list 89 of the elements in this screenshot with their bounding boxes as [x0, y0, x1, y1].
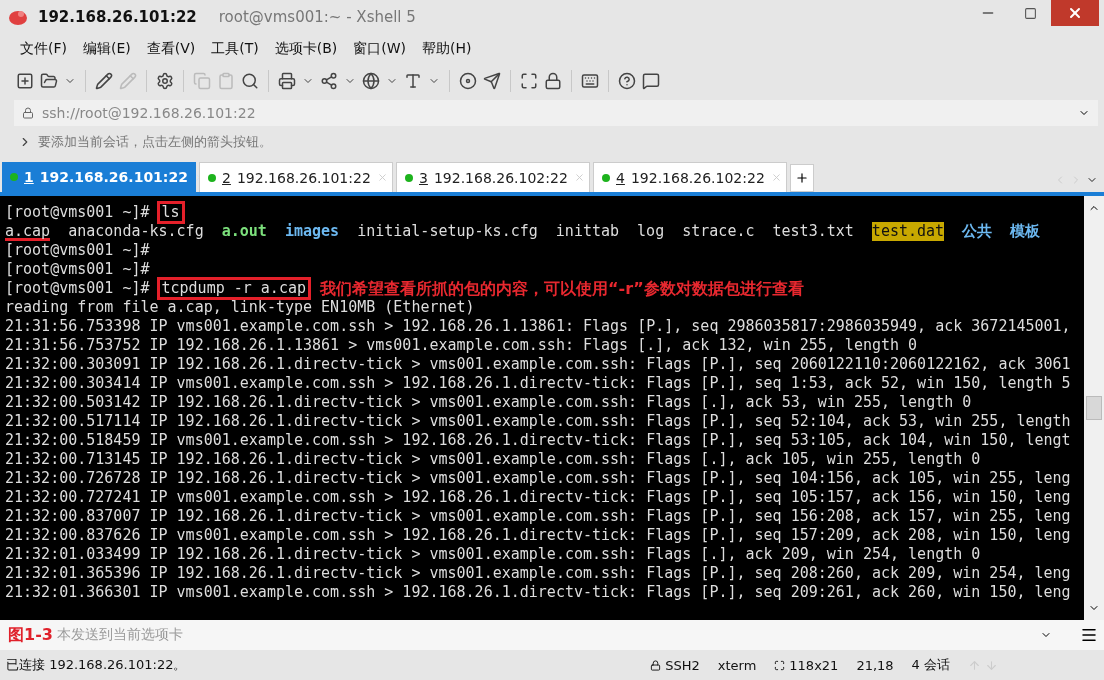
lock-icon: [22, 107, 34, 119]
terminal-text: 21:32:00.503142 IP 192.168.26.1.directv-tick > vms001.example.com.ssh: Flags [.], ack 53, win 255, length 0: [5, 393, 972, 412]
file-name: test3.txt: [772, 222, 854, 241]
keyboard-icon[interactable]: [581, 72, 599, 90]
file-name: inittab: [555, 222, 620, 241]
figure-label: 图1-3: [8, 624, 53, 646]
terminal-text: 21:31:56.753752 IP 192.168.26.1.13861 > vms001.example.com.ssh: Flags [.], ack 132, win 255, length 0: [5, 336, 918, 355]
executable-file: a.out: [221, 222, 267, 241]
scrollbar[interactable]: [1084, 196, 1104, 620]
directory-name: 模板: [1010, 222, 1041, 241]
close-icon: [1067, 5, 1083, 21]
terminal-text: 21:32:00.837626 IP vms001.example.com.ssh > 192.168.26.1.directv-tick: Flags [P.], seq 157:209, ack 208, win 150, leng: [5, 526, 1071, 545]
terminal-size: 118x21: [774, 657, 839, 673]
clipboard-icon[interactable]: [217, 72, 235, 90]
protocol-status: SSH2: [650, 657, 700, 673]
terminal-text: 21:32:01.033499 IP 192.168.26.1.directv-tick > vms001.example.com.ssh: Flags [.], ack 209, win 254, length 0: [5, 545, 981, 564]
menu-item[interactable]: 选项卡(B): [268, 37, 344, 61]
app-logo-icon: [8, 8, 28, 26]
session-tab[interactable]: 3 192.168.26.102:22: [396, 162, 590, 192]
hint-text: 要添加当前会话，点击左侧的箭头按钮。: [38, 133, 272, 151]
lock-icon: [650, 659, 662, 671]
terminal-text: 21:32:00.726728 IP 192.168.26.1.directv-tick > vms001.example.com.ssh: Flags [P.], seq 104:156, ack 105, win 255, leng: [5, 469, 1071, 488]
menu-item[interactable]: 编辑(E): [77, 37, 137, 61]
share-icon[interactable]: [320, 72, 338, 90]
underlined-file: a.cap: [5, 222, 51, 241]
terminal-text: [root@vms001 ~]#: [5, 241, 150, 260]
menu-item[interactable]: 窗口(W): [347, 37, 413, 61]
window-subtitle: root@vms001:~ - Xshell 5: [218, 8, 416, 26]
menu-item[interactable]: 帮助(H): [416, 37, 478, 61]
settings-icon[interactable]: [156, 72, 174, 90]
terminal-text: 21:32:00.837007 IP 192.168.26.1.directv-tick > vms001.example.com.ssh: Flags [P.], seq 156:208, ack 157, win 255, leng: [5, 507, 1071, 526]
fullscreen-icon[interactable]: [520, 72, 538, 90]
file-name: log: [637, 222, 665, 241]
menu-item[interactable]: 文件(F): [14, 37, 73, 61]
plus-icon: [795, 171, 809, 185]
scrollbar-thumb[interactable]: [1086, 396, 1102, 420]
terminal-text: [root@vms001 ~]#: [5, 203, 150, 222]
terminal-text: 21:32:00.713145 IP 192.168.26.1.directv-tick > vms001.example.com.ssh: Flags [.], ack 105, win 255, length 0: [5, 450, 981, 469]
highlighted-command: ls: [158, 203, 183, 222]
disc-icon[interactable]: [459, 72, 477, 90]
status-dot: [602, 173, 610, 182]
new-tab-button[interactable]: [790, 164, 814, 192]
terminal-text: 21:32:00.303414 IP vms001.example.com.ssh > 192.168.26.1.directv-tick: Flags [P.], seq 1:53, ack 52, win 150, length 5: [5, 374, 1071, 393]
file-name: strace.c: [682, 222, 755, 241]
status-dot: [10, 173, 18, 181]
terminal-text: 21:32:00.517114 IP 192.168.26.1.directv-tick > vms001.example.com.ssh: Flags [P.], seq 52:104, ack 53, win 255, length: [5, 412, 1071, 431]
globe-icon[interactable]: [362, 72, 380, 90]
file-name: anaconda-ks.cfg: [68, 222, 204, 241]
directory-name: images: [284, 222, 340, 241]
highlighted-file: test.dat: [871, 222, 945, 241]
menu-item[interactable]: 查看(V): [140, 37, 202, 61]
status-dot: [208, 173, 216, 182]
session-tab[interactable]: 1 192.168.26.101:22: [2, 162, 196, 192]
session-tab[interactable]: 2 192.168.26.101:22: [199, 162, 393, 192]
folder-icon[interactable]: [40, 72, 58, 90]
send-icon[interactable]: [483, 72, 501, 90]
terminal-text: [root@vms001 ~]#: [5, 279, 150, 298]
cursor-position: 21,18: [856, 657, 894, 673]
terminal-text: 21:32:00.727241 IP vms001.example.com.ssh > 192.168.26.1.directv-tick: Flags [P.], seq 105:157, ack 156, win 150, leng: [5, 488, 1071, 507]
terminal-type: xterm: [717, 657, 757, 673]
menu-item[interactable]: 工具(T): [205, 37, 265, 61]
terminal-text: 21:31:56.753398 IP vms001.example.com.ssh > 192.168.26.1.13861: Flags [P.], seq 2986035817:2986035949, ack 3672145001,: [5, 317, 1071, 336]
search-icon[interactable]: [241, 72, 259, 90]
resize-icon: [774, 659, 786, 671]
window-title: 192.168.26.101:22: [38, 8, 197, 26]
printer-icon[interactable]: [278, 72, 296, 90]
session-count: 4 会话: [911, 656, 950, 674]
highlighted-command: tcpdump -r a.cap: [158, 279, 309, 298]
lock-icon[interactable]: [544, 72, 562, 90]
terminal-text: [root@vms001 ~]#: [5, 260, 150, 279]
terminal-text: 21:32:01.366301 IP vms001.example.com.ssh > 192.168.26.1.directv-tick: Flags [P.], seq 209:261, ack 260, win 150, leng: [5, 583, 1071, 602]
terminal-text: 21:32:01.365396 IP 192.168.26.1.directv-tick > vms001.example.com.ssh: Flags [P.], seq 208:260, ack 209, win 254, leng: [5, 564, 1071, 583]
file-name: initial-setup-ks.cfg: [357, 222, 538, 241]
terminal-text: 21:32:00.303091 IP 192.168.26.1.directv-tick > vms001.example.com.ssh: Flags [P.], seq 2060122110:2060122162, ack 3061: [5, 355, 1071, 374]
session-tab[interactable]: 4 192.168.26.102:22: [593, 162, 787, 192]
directory-name: 公共: [962, 222, 993, 241]
menu-icon[interactable]: [1080, 626, 1098, 644]
annotation-text: 我们希望查看所抓的包的内容，可以使用“-r”参数对数据包进行查看: [320, 279, 804, 298]
chat-icon[interactable]: [642, 72, 660, 90]
pencil-icon[interactable]: [95, 72, 113, 90]
maximize-icon[interactable]: [1023, 6, 1037, 20]
font-icon[interactable]: [404, 72, 422, 90]
status-dot: [405, 173, 413, 182]
new-session-icon[interactable]: [16, 72, 34, 90]
terminal-text: reading from file a.cap, link-type EN10MB (Ethernet): [5, 298, 475, 317]
close-button[interactable]: [1051, 0, 1099, 26]
help-icon[interactable]: [618, 72, 636, 90]
status-message: 已连接 192.168.26.101:22。: [6, 656, 188, 674]
terminal-text: 21:32:00.518459 IP vms001.example.com.ssh > 192.168.26.1.directv-tick: Flags [P.], seq 53:105, ack 104, win 150, lengt: [5, 431, 1071, 450]
